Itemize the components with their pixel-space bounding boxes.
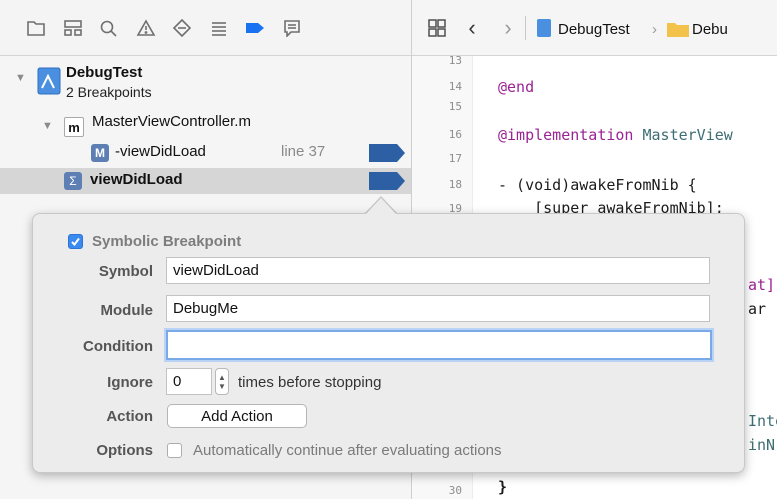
line-number: 30 xyxy=(448,484,462,497)
ignore-count-field[interactable] xyxy=(166,368,212,395)
symbol-label: Symbol xyxy=(98,263,153,280)
code-line[interactable]: @implementation MasterView xyxy=(498,126,733,144)
line-number: 13 xyxy=(448,54,462,67)
warning-icon[interactable] xyxy=(132,15,160,41)
related-items-icon[interactable] xyxy=(424,15,450,41)
code-fragment: at] xyxy=(748,276,776,294)
symbolic-icon: Σ xyxy=(64,172,82,190)
options-label: Options xyxy=(96,442,153,459)
popover-title: Symbolic Breakpoint xyxy=(92,233,242,250)
breakpoint-marker-icon[interactable] xyxy=(369,144,405,162)
code-fragment: ar ' xyxy=(748,300,777,318)
project-name[interactable]: DebugTest xyxy=(66,64,142,81)
breakpoint-icon[interactable] xyxy=(241,15,269,41)
line-number: 15 xyxy=(448,100,462,113)
auto-continue-label[interactable]: Automatically continue after evaluating … xyxy=(193,442,502,459)
code-fragment: Inte xyxy=(748,412,777,430)
symbolic-breakpoint-label[interactable]: viewDidLoad xyxy=(90,171,183,188)
breadcrumb-project[interactable]: DebugTest xyxy=(558,21,630,38)
code-line[interactable]: } xyxy=(498,478,507,496)
code-class-name: MasterView xyxy=(642,126,733,144)
forward-icon[interactable]: › xyxy=(498,15,518,41)
objc-file-icon: m xyxy=(64,117,84,137)
folder-icon[interactable] xyxy=(22,15,50,41)
breakpoint-line: line 37 xyxy=(281,143,326,160)
hierarchy-icon[interactable] xyxy=(59,15,87,41)
ignore-stepper[interactable]: ▲ ▼ xyxy=(215,368,229,395)
symbolic-breakpoint-row[interactable] xyxy=(0,168,411,194)
file-disclosure-triangle[interactable]: ▼ xyxy=(42,120,53,132)
search-icon[interactable] xyxy=(95,15,123,41)
module-label: Module xyxy=(100,302,154,319)
method-icon: M xyxy=(91,144,109,162)
toolbar-divider xyxy=(525,16,526,40)
folder-crumb-icon xyxy=(667,21,689,42)
line-number: 17 xyxy=(448,152,462,165)
project-icon xyxy=(36,66,62,96)
module-field[interactable] xyxy=(166,295,710,322)
code-fragment: inN xyxy=(748,436,776,454)
breakpoint-count: 2 Breakpoints xyxy=(66,84,152,100)
action-label: Action xyxy=(106,408,153,425)
debug-list-icon[interactable] xyxy=(205,15,233,41)
file-name[interactable]: MasterViewController.m xyxy=(92,113,251,130)
breakpoint-marker-icon[interactable] xyxy=(369,172,405,190)
breakpoint-label[interactable]: -viewDidLoad xyxy=(115,143,206,160)
test-diamond-icon[interactable] xyxy=(168,15,196,41)
symbol-field[interactable] xyxy=(166,257,710,284)
report-icon[interactable] xyxy=(278,15,306,41)
ignore-label: Ignore xyxy=(107,374,153,391)
ignore-suffix: times before stopping xyxy=(238,374,382,391)
back-icon[interactable]: ‹ xyxy=(462,15,482,41)
condition-label: Condition xyxy=(83,338,153,355)
enabled-checkbox[interactable] xyxy=(68,234,83,249)
condition-field[interactable] xyxy=(166,330,712,360)
popover-arrow-fill xyxy=(366,198,396,214)
jump-bar: ‹ › DebugTest › Debu xyxy=(412,0,777,56)
disclosure-triangle[interactable]: ▼ xyxy=(15,72,26,84)
navigator-toolbar xyxy=(0,0,411,56)
add-action-button[interactable]: Add Action xyxy=(167,404,307,428)
breadcrumb-folder[interactable]: Debu xyxy=(692,21,728,38)
code-line[interactable]: @end xyxy=(498,78,534,96)
auto-continue-checkbox[interactable] xyxy=(167,443,182,458)
line-number: 16 xyxy=(448,128,462,141)
project-crumb-icon xyxy=(536,18,552,43)
line-number: 14 xyxy=(448,80,462,93)
code-line[interactable]: - (void)awakeFromNib { xyxy=(498,176,697,194)
line-number: 18 xyxy=(448,178,462,191)
breadcrumb-separator: › xyxy=(652,21,657,38)
